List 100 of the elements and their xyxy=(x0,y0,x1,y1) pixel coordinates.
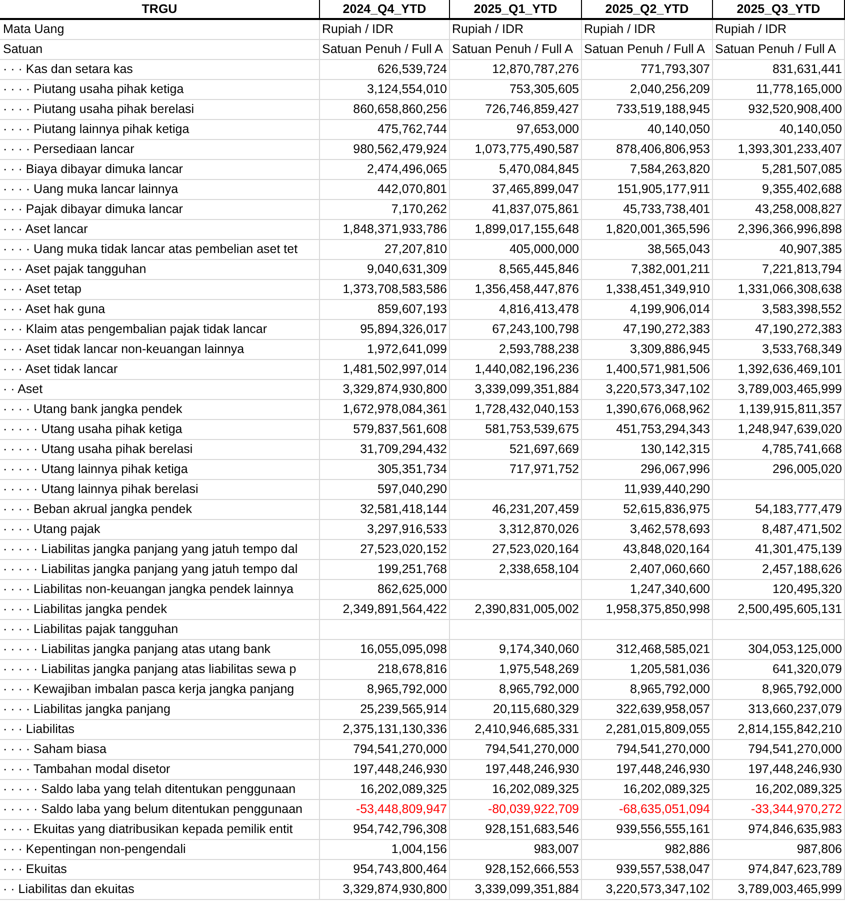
table-cell: 46,231,207,459 xyxy=(450,500,582,520)
table-cell: 733,519,188,945 xyxy=(582,100,713,120)
table-cell: 151,905,177,911 xyxy=(582,180,713,200)
table-cell: 1,390,676,068,962 xyxy=(582,400,713,420)
column-header: 2025_Q3_YTD xyxy=(713,0,845,20)
table-cell: 296,067,996 xyxy=(582,460,713,480)
row-label: · · · · · Utang lainnya pihak berelasi xyxy=(0,480,320,500)
table-cell: 16,202,089,325 xyxy=(450,780,582,800)
table-cell: 27,523,020,164 xyxy=(450,540,582,560)
table-cell: 987,806 xyxy=(713,840,845,860)
table-cell: 859,607,193 xyxy=(320,300,450,320)
table-cell: 862,625,000 xyxy=(320,580,450,600)
table-cell: 67,243,100,798 xyxy=(450,320,582,340)
table-cell: 794,541,270,000 xyxy=(713,740,845,760)
table-cell: 3,312,870,026 xyxy=(450,520,582,540)
table-cell: 521,697,669 xyxy=(450,440,582,460)
table-cell: 2,040,256,209 xyxy=(582,80,713,100)
table-cell: 932,520,908,400 xyxy=(713,100,845,120)
table-cell: 47,190,272,383 xyxy=(713,320,845,340)
table-cell: 753,305,605 xyxy=(450,80,582,100)
row-label: · · · Aset tidak lancar xyxy=(0,360,320,380)
row-label: · · · · Beban akrual jangka pendek xyxy=(0,500,320,520)
table-cell: 197,448,246,930 xyxy=(713,760,845,780)
table-cell: 8,487,471,502 xyxy=(713,520,845,540)
table-cell: 4,199,906,014 xyxy=(582,300,713,320)
table-cell: 8,965,792,000 xyxy=(582,680,713,700)
table-cell: 1,975,548,269 xyxy=(450,660,582,680)
table-cell: 626,539,724 xyxy=(320,60,450,80)
row-label: · · Aset xyxy=(0,380,320,400)
table-cell: 7,584,263,820 xyxy=(582,160,713,180)
table-cell: 296,005,020 xyxy=(713,460,845,480)
table-cell: 475,762,744 xyxy=(320,120,450,140)
table-cell: 980,562,479,924 xyxy=(320,140,450,160)
table-cell: Satuan Penuh / Full A xyxy=(320,40,450,60)
row-label: · · · · · Utang usaha pihak berelasi xyxy=(0,440,320,460)
row-label: · · · · · Liabilitas jangka panjang yang jatuh tempo dal xyxy=(0,540,320,560)
table-cell: 405,000,000 xyxy=(450,240,582,260)
table-cell: 3,339,099,351,884 xyxy=(450,880,582,900)
table-cell: 9,355,402,688 xyxy=(713,180,845,200)
row-label: · · · Aset hak guna xyxy=(0,300,320,320)
table-cell: 130,142,315 xyxy=(582,440,713,460)
row-label: · · · · Liabilitas pajak tangguhan xyxy=(0,620,320,640)
table-cell: 8,965,792,000 xyxy=(320,680,450,700)
table-cell: 27,207,810 xyxy=(320,240,450,260)
table-cell: 3,329,874,930,800 xyxy=(320,880,450,900)
table-cell: 1,848,371,933,786 xyxy=(320,220,450,240)
table-cell: 16,055,095,098 xyxy=(320,640,450,660)
row-label: · · · · Persediaan lancar xyxy=(0,140,320,160)
table-cell: 322,639,958,057 xyxy=(582,700,713,720)
table-cell: 3,533,768,349 xyxy=(713,340,845,360)
table-cell: 1,004,156 xyxy=(320,840,450,860)
table-cell: 1,440,082,196,236 xyxy=(450,360,582,380)
table-cell: 794,541,270,000 xyxy=(320,740,450,760)
table-cell: 1,073,775,490,587 xyxy=(450,140,582,160)
column-header: 2025_Q2_YTD xyxy=(582,0,713,20)
table-cell: 2,407,060,660 xyxy=(582,560,713,580)
table-cell: 54,183,777,479 xyxy=(713,500,845,520)
table-cell: 3,124,554,010 xyxy=(320,80,450,100)
row-label: · · · · · Utang usaha pihak ketiga xyxy=(0,420,320,440)
row-label: Mata Uang xyxy=(0,20,320,40)
table-cell: 939,556,555,161 xyxy=(582,820,713,840)
table-cell: 45,733,738,401 xyxy=(582,200,713,220)
table-cell: 27,523,020,152 xyxy=(320,540,450,560)
table-cell: 2,338,658,104 xyxy=(450,560,582,580)
table-cell: 928,151,683,546 xyxy=(450,820,582,840)
table-cell: 2,474,496,065 xyxy=(320,160,450,180)
table-cell: 954,743,800,464 xyxy=(320,860,450,880)
table-cell: 47,190,272,383 xyxy=(582,320,713,340)
row-label: · · · Aset lancar xyxy=(0,220,320,240)
row-label: · · · Aset tidak lancar non-keuangan lainnya xyxy=(0,340,320,360)
table-cell: 2,410,946,685,331 xyxy=(450,720,582,740)
table-cell: 313,660,237,079 xyxy=(713,700,845,720)
table-cell: 40,140,050 xyxy=(582,120,713,140)
row-label: · · · · Kewajiban imbalan pasca kerja jangka panjang xyxy=(0,680,320,700)
table-cell: 1,958,375,850,998 xyxy=(582,600,713,620)
table-cell: 197,448,246,930 xyxy=(320,760,450,780)
table-cell: 1,481,502,997,014 xyxy=(320,360,450,380)
table-cell: 641,320,079 xyxy=(713,660,845,680)
row-label: · · · · Piutang usaha pihak ketiga xyxy=(0,80,320,100)
table-cell: 3,220,573,347,102 xyxy=(582,880,713,900)
table-cell: 312,468,585,021 xyxy=(582,640,713,660)
table-cell: -53,448,809,947 xyxy=(320,800,450,820)
row-label: · · · Liabilitas xyxy=(0,720,320,740)
table-cell: 3,220,573,347,102 xyxy=(582,380,713,400)
table-cell: 97,653,000 xyxy=(450,120,582,140)
row-label: · · · · Liabilitas jangka panjang xyxy=(0,700,320,720)
table-cell: 1,899,017,155,648 xyxy=(450,220,582,240)
table-cell: 16,202,089,325 xyxy=(320,780,450,800)
table-cell: 8,965,792,000 xyxy=(450,680,582,700)
table-cell: 794,541,270,000 xyxy=(582,740,713,760)
table-cell: 20,115,680,329 xyxy=(450,700,582,720)
row-label: · · · Klaim atas pengembalian pajak tidak lancar xyxy=(0,320,320,340)
table-cell: 860,658,860,256 xyxy=(320,100,450,120)
table-cell: 16,202,089,325 xyxy=(713,780,845,800)
table-cell: 5,281,507,085 xyxy=(713,160,845,180)
table-cell: 8,565,445,846 xyxy=(450,260,582,280)
table-cell: 928,152,666,553 xyxy=(450,860,582,880)
row-label: · · · · · Saldo laba yang belum ditentukan penggunaan xyxy=(0,800,320,820)
table-cell: 52,615,836,975 xyxy=(582,500,713,520)
row-label: · · · · · Liabilitas jangka panjang atas liabilitas sewa p xyxy=(0,660,320,680)
